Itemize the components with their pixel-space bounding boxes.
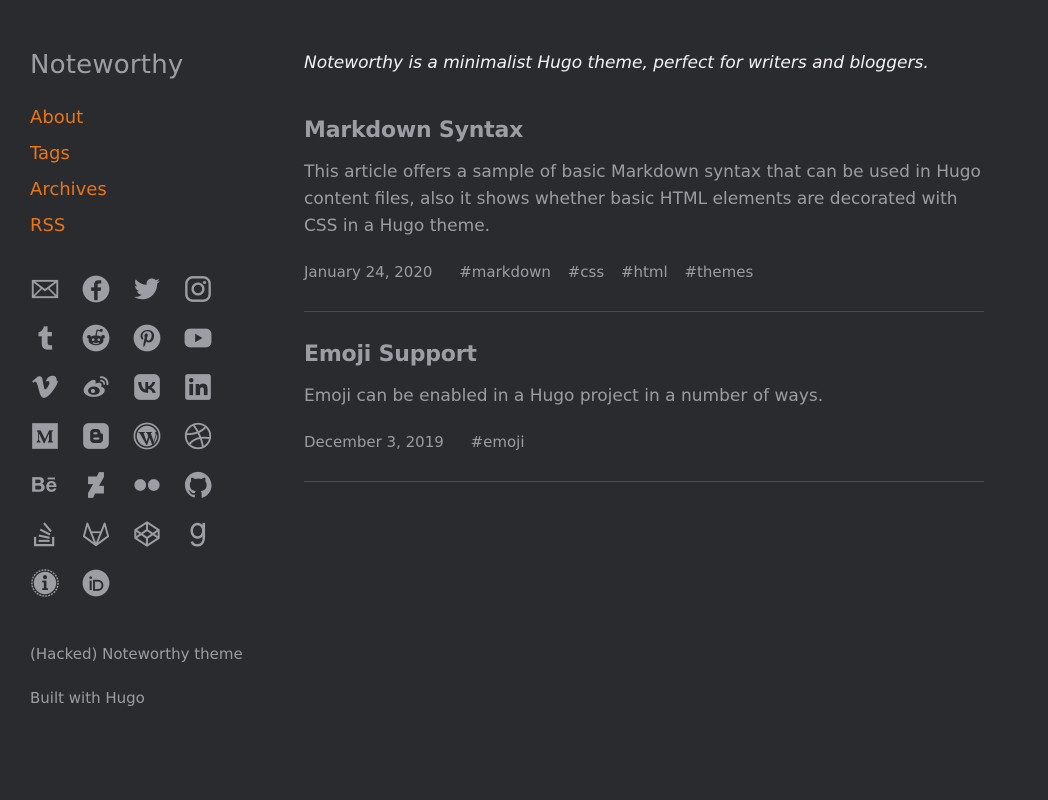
facebook-icon[interactable] — [81, 274, 111, 304]
reddit-icon[interactable] — [81, 323, 111, 353]
linkedin-icon[interactable] — [183, 372, 213, 402]
post-tag[interactable]: #css — [568, 263, 604, 281]
mail-icon[interactable] — [30, 274, 60, 304]
theme-credit: (Hacked) Noteworthy theme — [30, 645, 243, 663]
pinterest-icon[interactable] — [132, 323, 162, 353]
post-item: Emoji Support Emoji can be enabled in a … — [304, 340, 984, 482]
sidebar: Noteworthy About Tags Archives RSS (Hack… — [30, 46, 280, 707]
codepen-icon[interactable] — [132, 519, 162, 549]
post-tag[interactable]: #markdown — [459, 263, 551, 281]
vk-icon[interactable] — [132, 372, 162, 402]
main-content: Noteworthy is a minimalist Hugo theme, p… — [304, 48, 984, 482]
post-item: Markdown Syntax This article offers a sa… — [304, 116, 984, 312]
site-tagline: Noteworthy is a minimalist Hugo theme, p… — [304, 53, 929, 73]
twitter-icon[interactable] — [132, 274, 162, 304]
site-title[interactable]: Noteworthy — [30, 46, 280, 84]
built-with: Built with Hugo — [30, 689, 145, 707]
post-tag[interactable]: #themes — [684, 263, 753, 281]
vimeo-icon[interactable] — [30, 372, 60, 402]
medium-icon[interactable] — [30, 421, 60, 451]
instagram-icon[interactable] — [183, 274, 213, 304]
youtube-icon[interactable] — [183, 323, 213, 353]
post-meta: January 24, 2020 #markdown #css #html #t… — [304, 262, 984, 282]
wordpress-icon[interactable] — [132, 421, 162, 451]
stackoverflow-icon[interactable] — [30, 519, 60, 549]
keybase-icon[interactable] — [30, 568, 60, 598]
post-tag[interactable]: #html — [621, 263, 668, 281]
post-tag[interactable]: #emoji — [471, 433, 525, 451]
goodreads-icon[interactable] — [183, 519, 213, 549]
social-links — [30, 274, 234, 617]
orcid-icon[interactable] — [81, 568, 111, 598]
post-meta: December 3, 2019 #emoji — [304, 432, 984, 452]
post-excerpt: This article offers a sample of basic Ma… — [304, 162, 981, 236]
weibo-icon[interactable] — [81, 372, 111, 402]
flickr-icon[interactable] — [132, 470, 162, 500]
nav-about[interactable]: About — [30, 100, 280, 136]
nav-rss[interactable]: RSS — [30, 208, 280, 244]
post-title[interactable]: Markdown Syntax — [304, 116, 984, 146]
nav-archives[interactable]: Archives — [30, 172, 280, 208]
nav-tags[interactable]: Tags — [30, 136, 280, 172]
gitlab-icon[interactable] — [81, 519, 111, 549]
post-date: January 24, 2020 — [304, 263, 433, 281]
tumblr-icon[interactable] — [30, 323, 60, 353]
blogger-icon[interactable] — [81, 421, 111, 451]
deviantart-icon[interactable] — [81, 470, 111, 500]
behance-icon[interactable] — [30, 470, 60, 500]
post-excerpt: Emoji can be enabled in a Hugo project i… — [304, 386, 824, 406]
post-title[interactable]: Emoji Support — [304, 340, 984, 370]
github-icon[interactable] — [183, 470, 213, 500]
dribbble-icon[interactable] — [183, 421, 213, 451]
main-nav: About Tags Archives RSS — [30, 100, 280, 244]
post-date: December 3, 2019 — [304, 433, 444, 451]
